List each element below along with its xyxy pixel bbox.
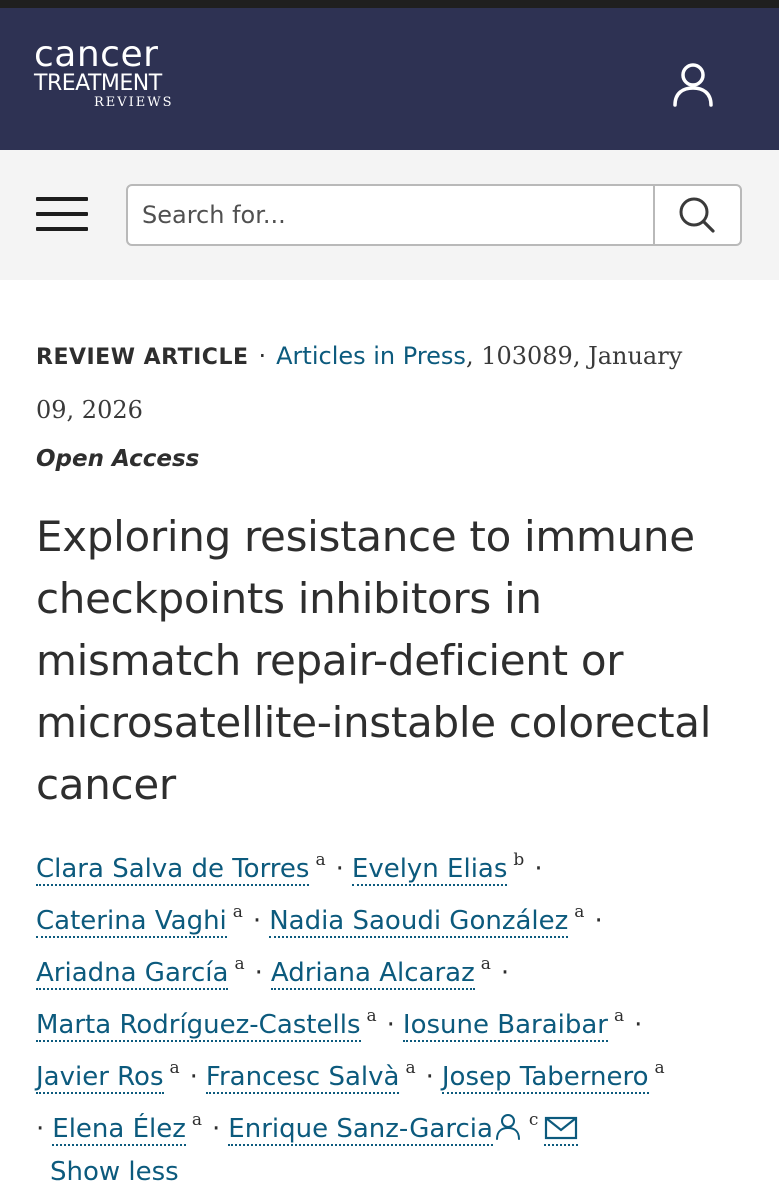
author-link[interactable]: Marta Rodríguez-Castells <box>36 1010 361 1042</box>
author-line: · Elena Élez a · Enrique Sanz-Garcia c <box>36 1098 579 1146</box>
author-separator: · <box>212 1114 221 1144</box>
hamburger-icon-line-bottom <box>36 227 88 231</box>
affiliation-marker[interactable]: a <box>367 1006 377 1026</box>
article-date: 09, 2026 <box>36 396 143 424</box>
author-link[interactable]: Evelyn Elias <box>351 854 508 886</box>
email-author-link[interactable] <box>544 1114 579 1146</box>
author-separator: · <box>189 1062 198 1092</box>
article-details: , 103089, January <box>465 342 683 370</box>
author-separator: · <box>634 1010 643 1040</box>
articles-in-press-link[interactable]: Articles in Press <box>276 342 466 370</box>
author-separator: · <box>335 854 344 884</box>
article-meta: REVIEW ARTICLE · Articles in Press, 103089… <box>36 330 736 436</box>
affiliation-marker[interactable]: a <box>233 902 243 922</box>
author-line: Javier Ros a · Francesc Salvà a · Josep Tabern… <box>36 1046 665 1094</box>
author-separator: · <box>534 854 543 884</box>
author-link[interactable]: Clara Salva de Torres <box>36 854 310 886</box>
author-separator: · <box>425 1062 434 1092</box>
author-link[interactable]: Nadia Saoudi González <box>269 906 569 938</box>
affiliation-marker[interactable]: a <box>614 1006 624 1026</box>
author-link[interactable]: Josep Tabernero <box>441 1062 649 1094</box>
logo-line-1: cancer <box>34 34 159 75</box>
author-line: Marta Rodríguez-Castells a · Iosune Baraiba… <box>36 994 650 1042</box>
hamburger-icon-line-top <box>36 197 88 201</box>
search-button[interactable] <box>653 186 740 244</box>
author-line: Caterina Vaghi a · Nadia Saoudi González a · <box>36 890 611 938</box>
open-access-label: Open Access <box>36 446 200 472</box>
affiliation-marker[interactable]: a <box>192 1110 202 1130</box>
show-less-button[interactable]: Show less <box>50 1152 179 1192</box>
logo-line-3: REVIEWS <box>94 95 174 110</box>
journal-logo[interactable]: cancer TREATMENT REVIEWS <box>34 34 174 110</box>
author-line: Clara Salva de Torres a · Evelyn Elias b · <box>36 838 551 886</box>
search-input[interactable] <box>128 186 652 244</box>
author-separator: · <box>252 906 262 936</box>
author-link[interactable]: Javier Ros <box>36 1062 164 1094</box>
article-type: REVIEW ARTICLE <box>36 345 249 370</box>
magnifier-icon <box>679 197 715 233</box>
site-header: cancer TREATMENT REVIEWS <box>0 8 779 150</box>
author-link[interactable]: Adriana Alcaraz <box>270 958 475 990</box>
corresponding-author-icon <box>495 1114 520 1140</box>
author-separator: · <box>386 1010 395 1040</box>
author-separator: · <box>594 906 603 936</box>
author-link[interactable]: Caterina Vaghi <box>36 906 227 938</box>
author-separator: · <box>36 1114 45 1144</box>
affiliation-marker[interactable]: a <box>170 1058 180 1078</box>
author-line: Ariadna García a · Adriana Alcaraz a · <box>36 942 517 990</box>
status-strip <box>0 0 779 8</box>
affiliation-marker[interactable]: a <box>574 902 584 922</box>
article-title: Exploring resistance to immune checkpoin… <box>36 512 712 809</box>
author-separator: · <box>500 958 510 988</box>
mail-icon <box>545 1116 578 1140</box>
account-button[interactable] <box>666 56 720 110</box>
meta-separator: · <box>258 342 267 370</box>
affiliation-marker[interactable]: a <box>481 954 491 974</box>
author-link[interactable]: Ariadna García <box>36 958 229 990</box>
affiliation-marker[interactable]: a <box>315 850 325 870</box>
menu-button[interactable] <box>36 197 90 235</box>
affiliation-marker[interactable]: a <box>234 954 244 974</box>
logo-line-2: TREATMENT <box>34 71 162 96</box>
author-separator: · <box>254 958 263 988</box>
search-box <box>126 184 742 246</box>
affiliation-marker[interactable]: a <box>655 1058 665 1078</box>
affiliation-marker[interactable]: a <box>405 1058 415 1078</box>
author-link[interactable]: Francesc Salvà <box>205 1062 400 1094</box>
affiliation-marker[interactable]: b <box>513 850 524 870</box>
author-link[interactable]: Iosune Baraibar <box>402 1010 608 1042</box>
person-icon <box>673 63 713 107</box>
author-link[interactable]: Elena Élez <box>52 1114 186 1146</box>
affiliation-marker[interactable]: c <box>529 1110 539 1130</box>
hamburger-icon-line-middle <box>36 212 88 216</box>
author-link[interactable]: Enrique Sanz-Garcia <box>228 1114 493 1146</box>
